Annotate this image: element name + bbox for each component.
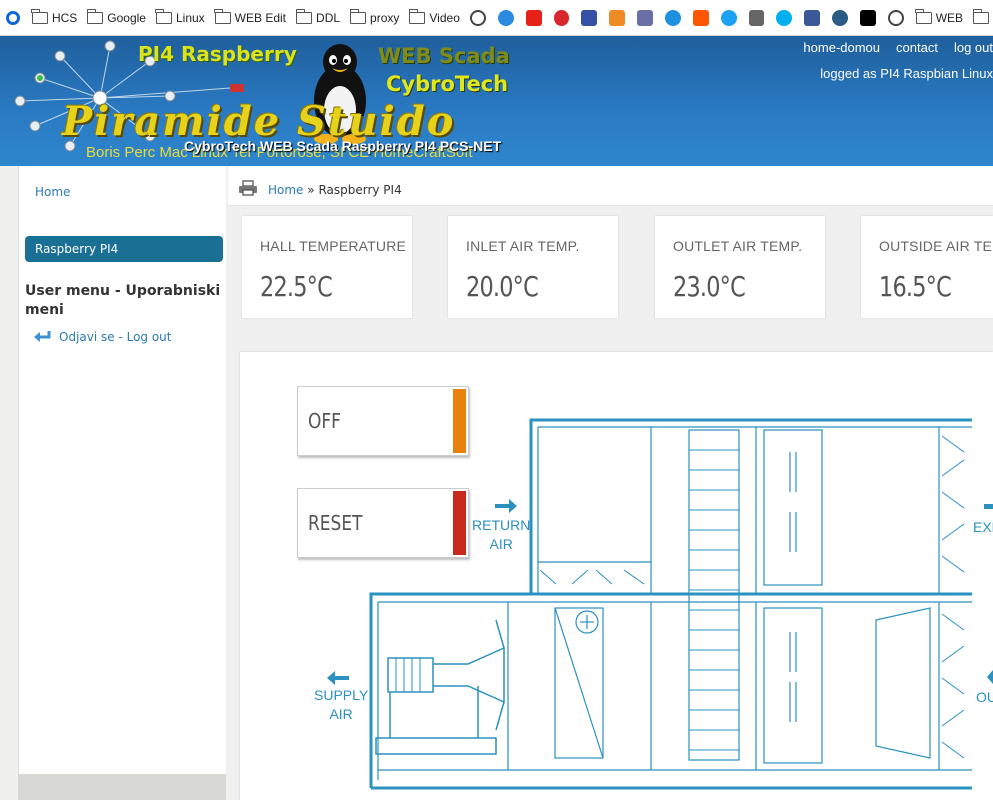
puzzle-icon[interactable] <box>748 9 765 26</box>
sidebar-footer <box>18 774 226 800</box>
eye-icon[interactable] <box>832 9 848 26</box>
folder-icon <box>408 8 426 24</box>
scada-panel: OFF RESET RETURN AIR SUPPLY AIR EX OU <box>240 352 993 800</box>
printer-icon[interactable] <box>238 180 258 196</box>
main-content: Home » Raspberry PI4 HALL TEMPERATURE 22… <box>228 166 993 800</box>
cloud-icon[interactable] <box>664 9 681 26</box>
link-contact[interactable]: contact <box>896 40 938 55</box>
terminal-icon[interactable] <box>859 9 876 26</box>
brand-line1: PI4 Raspberry <box>138 42 297 66</box>
supply-air-label: SUPPLY AIR <box>314 687 369 722</box>
card-value: 23.0°C <box>673 270 746 303</box>
card-value: 20.0°C <box>466 270 539 303</box>
exhaust-air-label: EXH <box>973 519 993 535</box>
folder-icon <box>295 8 313 24</box>
link-home-domou[interactable]: home-domou <box>803 40 880 55</box>
sidebar-item-raspberry-pi4[interactable]: Raspberry PI4 <box>25 236 223 262</box>
card-label: OUTLET AIR TEMP. <box>673 238 803 254</box>
top-links: home-domou contact log out <box>787 40 993 55</box>
folder-icon[interactable] <box>972 8 989 24</box>
teamviewer-icon[interactable] <box>6 10 20 25</box>
outside-air-label: OU <box>976 689 993 705</box>
bookmark-proxy[interactable]: proxy <box>349 8 399 28</box>
logout-link[interactable]: Odjavi se - Log out <box>33 330 172 344</box>
sidebar-panel: Home Raspberry PI4 User menu - Uporabnis… <box>18 166 226 774</box>
sidebar-item-home[interactable]: Home <box>35 185 70 199</box>
brand-line2b: CybroTech <box>386 72 509 96</box>
link-log-out[interactable]: log out <box>954 40 993 55</box>
breadcrumb-bar: Home » Raspberry PI4 <box>228 166 993 206</box>
world-icon[interactable] <box>887 9 904 26</box>
sidebar: Home Raspberry PI4 User menu - Uporabnis… <box>0 166 228 800</box>
folder-icon <box>86 8 104 24</box>
user-menu-title: User menu - Uporabniski meni <box>25 283 221 318</box>
bookmark-web[interactable]: WEB <box>915 8 963 28</box>
return-air-label: RETURN AIR <box>472 517 531 552</box>
facebook-icon[interactable] <box>804 9 821 26</box>
card-value: 22.5°C <box>260 270 333 303</box>
card-hall-temperature: HALL TEMPERATURE 22.5°C <box>242 216 412 318</box>
card-label: HALL TEMPERATURE <box>260 238 407 254</box>
bookmarks-bar: HCS Google Linux WEB Edit DDL proxy Vide… <box>0 0 993 36</box>
mega-icon[interactable] <box>553 9 570 26</box>
logout-arrow-icon <box>34 331 51 342</box>
globe-icon[interactable] <box>497 9 514 26</box>
card-outside-air-temp: OUTSIDE AIR TEMP. 16.5°C <box>861 216 993 318</box>
logout-label: Odjavi se - Log out <box>59 330 172 344</box>
speedometer-icon[interactable] <box>469 9 486 26</box>
youtube-icon[interactable] <box>525 9 542 26</box>
skype-icon[interactable] <box>776 9 793 26</box>
breadcrumb: Home » Raspberry PI4 <box>268 183 402 197</box>
breadcrumb-current: Raspberry PI4 <box>318 183 402 197</box>
sigma-icon[interactable] <box>581 9 598 26</box>
folder-icon <box>349 8 367 24</box>
bookmark-google[interactable]: Google <box>86 8 146 28</box>
bookmark-linux[interactable]: Linux <box>155 8 205 28</box>
folder-icon <box>214 8 231 24</box>
folder-icon <box>31 8 48 24</box>
soundcloud-icon[interactable] <box>692 9 709 26</box>
card-value: 16.5°C <box>879 270 952 303</box>
logged-as: logged as PI4 Raspbian Linux <box>820 66 993 81</box>
folder-icon <box>915 8 932 24</box>
card-outlet-air-temp: OUTLET AIR TEMP. 23.0°C <box>655 216 825 318</box>
twitter-icon[interactable] <box>720 9 737 26</box>
flame-icon[interactable] <box>609 9 626 26</box>
air-handling-unit-diagram <box>327 418 993 790</box>
breadcrumb-home[interactable]: Home <box>268 183 303 197</box>
shield-icon[interactable] <box>637 9 653 26</box>
brand-line2a: WEB Scada <box>378 44 510 68</box>
card-inlet-air-temp: INLET AIR TEMP. 20.0°C <box>448 216 618 318</box>
bookmark-hcs[interactable]: HCS <box>31 8 77 28</box>
header-overlay: CybroTech WEB Scada Raspberry PI4 PCS-NE… <box>184 138 502 154</box>
card-label: OUTSIDE AIR TEMP. <box>879 238 993 254</box>
bookmark-ddl[interactable]: DDL <box>295 8 340 28</box>
folder-icon <box>155 8 172 24</box>
bookmark-web-edit[interactable]: WEB Edit <box>214 8 286 28</box>
bookmark-video[interactable]: Video <box>408 8 460 28</box>
breadcrumb-separator: » <box>307 183 315 197</box>
site-header: PI4 Raspberry WEB Scada CybroTech Pirami… <box>0 36 993 166</box>
card-label: INLET AIR TEMP. <box>466 238 580 254</box>
